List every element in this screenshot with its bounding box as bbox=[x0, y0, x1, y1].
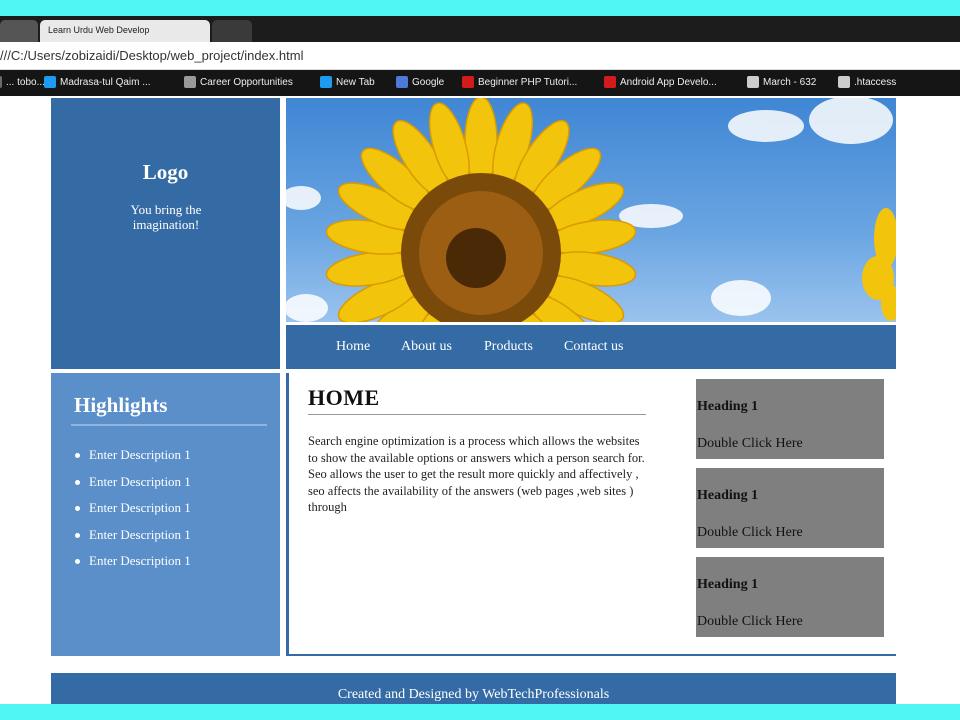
side-box-heading: Heading 1 bbox=[697, 399, 759, 414]
highlight-label: Enter Description 1 bbox=[89, 526, 191, 542]
bookmark-item[interactable]: New Tab bbox=[320, 76, 375, 88]
bookmarks-bar: ... tobo... Madrasa-tul Qaim ... Career Op… bbox=[0, 70, 960, 96]
side-box-text: Double Click Here bbox=[697, 525, 803, 540]
bookmark-item[interactable]: Career Opportunities bbox=[184, 76, 293, 88]
logo: Logo bbox=[142, 160, 189, 184]
bookmark-label: March - 632 bbox=[763, 76, 817, 88]
youtube-icon bbox=[604, 76, 616, 88]
side-box[interactable]: Heading 1 Double Click Here bbox=[696, 468, 884, 548]
footer: Created and Designed by WebTechProfessio… bbox=[51, 673, 896, 704]
title-divider bbox=[308, 414, 646, 415]
page-title: HOME bbox=[308, 385, 380, 410]
bookmark-item[interactable]: March - 632 bbox=[747, 76, 816, 88]
main-content: HOME Search engine optimization is a pro… bbox=[286, 373, 896, 656]
page-icon bbox=[0, 76, 2, 88]
bookmark-label: .htaccess bbox=[854, 76, 897, 88]
logo-panel: Logo You bring the imagination! bbox=[51, 98, 280, 369]
gear-icon bbox=[838, 76, 850, 88]
bookmark-item[interactable]: Google bbox=[396, 76, 444, 88]
nav-about-us[interactable]: About us bbox=[401, 339, 452, 355]
bookmark-label: Google bbox=[412, 76, 445, 88]
tab-active[interactable]: Learn Urdu Web Develop bbox=[40, 20, 210, 42]
tab-previous[interactable] bbox=[0, 20, 38, 42]
side-box-text: Double Click Here bbox=[697, 436, 803, 451]
twitter-icon bbox=[44, 76, 56, 88]
pen-icon bbox=[747, 76, 759, 88]
bullet-icon bbox=[75, 559, 80, 564]
bookmark-label: Beginner PHP Tutori... bbox=[478, 76, 578, 88]
footer-text: Created and Designed by WebTechProfessio… bbox=[337, 687, 610, 702]
sunflower-banner-image bbox=[286, 98, 896, 322]
side-box[interactable]: Heading 1 Double Click Here bbox=[696, 379, 884, 459]
address-url: ///C:/Users/zobizaidi/Desktop/web_projec… bbox=[0, 48, 304, 63]
highlight-label: Enter Description 1 bbox=[89, 553, 191, 568]
highlight-item[interactable]: Enter Description 1 bbox=[75, 500, 191, 527]
body-text: Search engine optimization is a process … bbox=[308, 434, 645, 514]
bookmark-label: Android App Develo... bbox=[620, 76, 717, 88]
highlights-list: Enter Description 1 Enter Description 1 … bbox=[75, 447, 191, 580]
tab-bar: Learn Urdu Web Develop bbox=[0, 16, 960, 42]
web-page: Logo You bring the imagination! Home Abo… bbox=[51, 98, 896, 704]
side-box-text: Double Click Here bbox=[697, 614, 803, 629]
highlights-panel: Highlights Enter Description 1 Enter Des… bbox=[51, 373, 280, 656]
highlight-item[interactable]: Enter Description 1 bbox=[75, 447, 191, 474]
tagline: You bring the imagination! bbox=[130, 202, 202, 232]
bookmark-label: New Tab bbox=[336, 76, 375, 88]
bookmark-item[interactable]: .htaccess bbox=[838, 76, 896, 88]
browser-window: Learn Urdu Web Develop ///C:/Users/zobiz… bbox=[0, 16, 960, 704]
highlight-label: Enter Description 1 bbox=[89, 473, 191, 489]
bookmark-label: ... tobo... bbox=[6, 76, 45, 88]
youtube-icon bbox=[462, 76, 474, 88]
side-box[interactable]: Heading 1 Double Click Here bbox=[696, 557, 884, 637]
highlights-title: Highlights bbox=[74, 393, 168, 417]
google-icon bbox=[396, 76, 408, 88]
bullet-icon bbox=[75, 532, 80, 538]
twitter-icon bbox=[320, 76, 332, 88]
side-box-heading: Heading 1 bbox=[697, 488, 759, 503]
nav-home[interactable]: Home bbox=[336, 339, 370, 355]
bookmark-label: Madrasa-tul Qaim ... bbox=[60, 76, 151, 88]
highlight-label: Enter Description 1 bbox=[89, 500, 191, 515]
page-icon bbox=[184, 76, 196, 88]
highlights-divider bbox=[71, 424, 267, 426]
new-tab-button[interactable] bbox=[212, 20, 252, 42]
nav-products[interactable]: Products bbox=[484, 339, 533, 355]
bookmark-label: Career Opportunities bbox=[200, 76, 293, 88]
bookmark-item[interactable]: Madrasa-tul Qaim ... bbox=[44, 76, 151, 88]
highlight-item[interactable]: Enter Description 1 bbox=[75, 474, 191, 501]
bookmark-item[interactable]: Beginner PHP Tutori... bbox=[462, 76, 577, 88]
address-bar[interactable]: ///C:/Users/zobizaidi/Desktop/web_projec… bbox=[0, 42, 960, 70]
highlight-item[interactable]: Enter Description 1 bbox=[75, 527, 191, 554]
side-box-heading: Heading 1 bbox=[697, 577, 759, 592]
bookmark-item[interactable]: ... tobo... bbox=[0, 76, 45, 88]
bookmark-item[interactable]: Android App Develo... bbox=[604, 76, 717, 88]
highlight-item[interactable]: Enter Description 1 bbox=[75, 553, 191, 580]
sunflower-illustration bbox=[286, 98, 896, 322]
main-nav: Home About us Products Contact us bbox=[286, 325, 896, 369]
highlight-label: Enter Description 1 bbox=[89, 447, 191, 462]
bullet-icon bbox=[75, 506, 80, 511]
bullet-icon bbox=[75, 453, 80, 458]
bullet-icon bbox=[75, 479, 80, 485]
tab-title: Learn Urdu Web Develop bbox=[48, 25, 150, 35]
nav-contact-us[interactable]: Contact us bbox=[564, 339, 624, 355]
